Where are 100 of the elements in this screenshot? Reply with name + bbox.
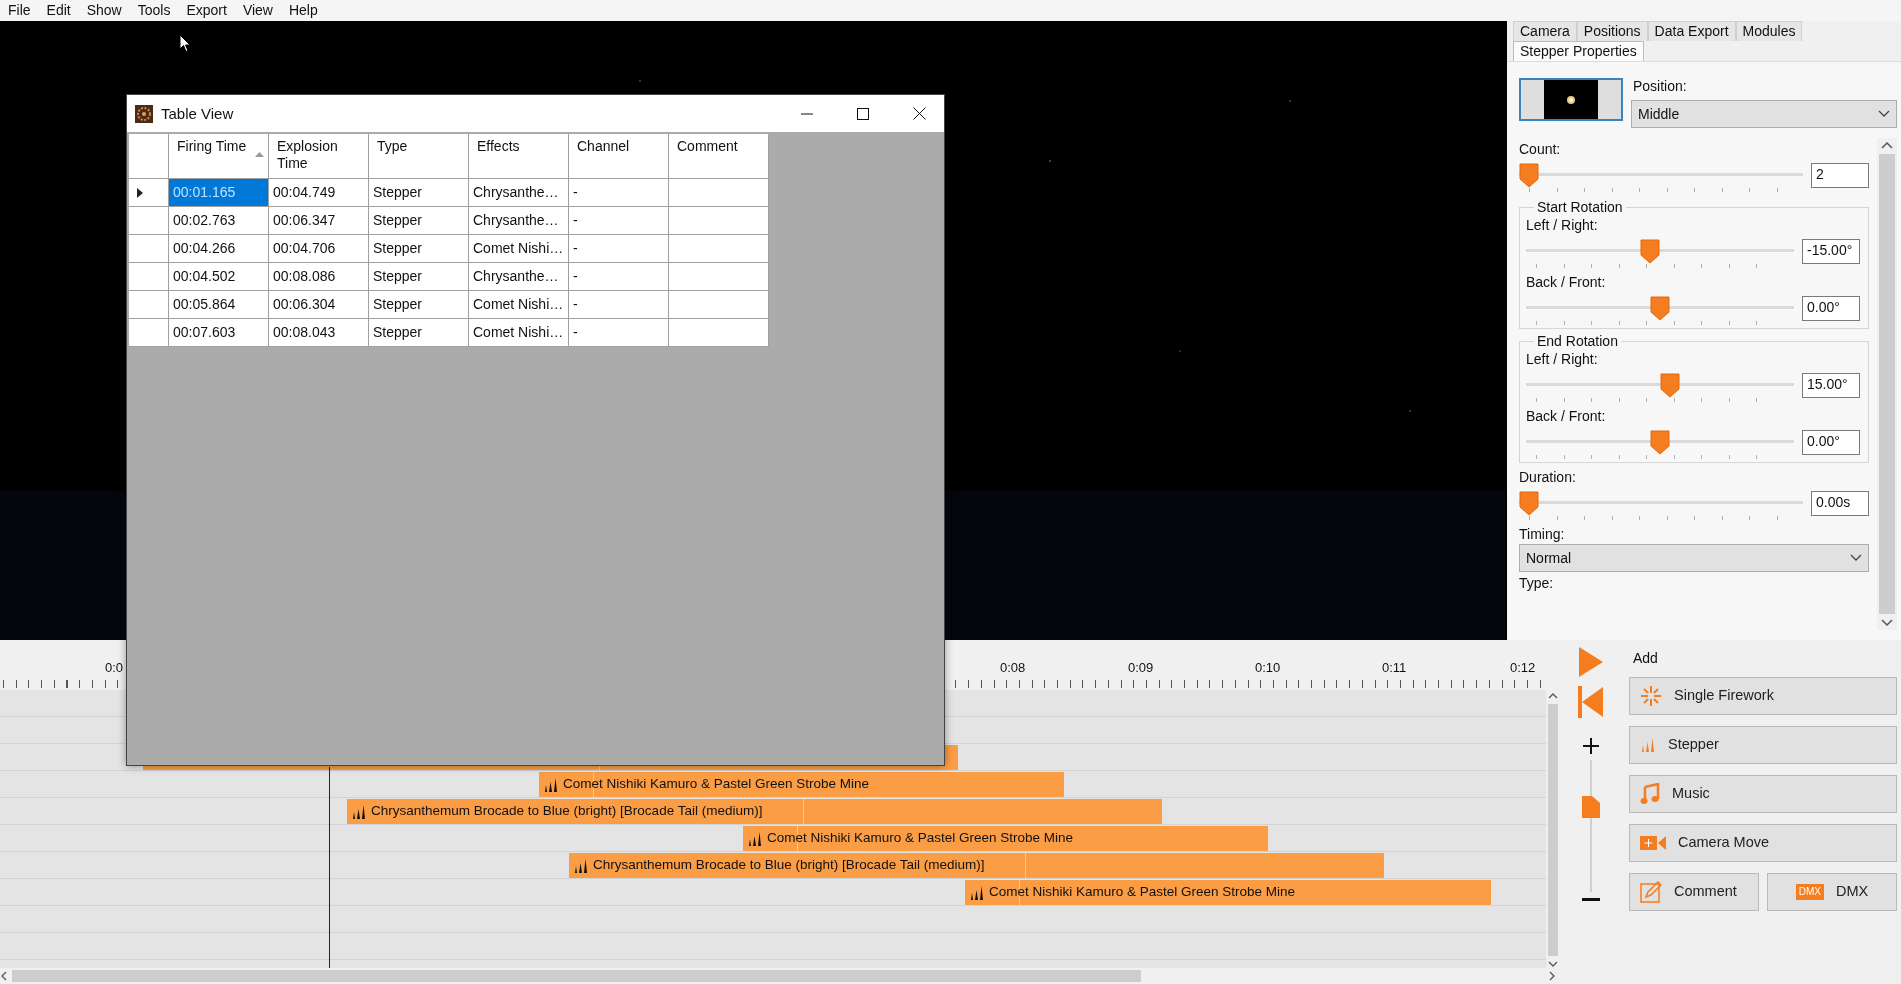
table-corner <box>129 134 169 179</box>
value-field[interactable]: 2 <box>1811 163 1869 188</box>
table-cell[interactable] <box>669 291 769 319</box>
add-button[interactable]: Camera Move <box>1629 823 1897 862</box>
table-cell[interactable] <box>669 319 769 347</box>
scrollbar[interactable] <box>1877 138 1897 630</box>
table-cell[interactable]: Stepper <box>369 319 469 347</box>
slider-thumb[interactable] <box>1519 163 1539 188</box>
scroll-up-icon[interactable] <box>1548 692 1558 700</box>
slider-thumb[interactable] <box>1650 430 1670 455</box>
field-label: Count: <box>1519 141 1562 159</box>
table-cell[interactable]: - <box>569 207 669 235</box>
close-icon[interactable] <box>913 107 926 120</box>
maximize-icon[interactable] <box>857 107 869 120</box>
tab[interactable]: Modules <box>1735 21 1803 41</box>
app-icon <box>135 104 153 123</box>
table-cell[interactable]: 00:08.086 <box>269 263 369 291</box>
table-cell[interactable] <box>669 263 769 291</box>
menu-item[interactable]: Help <box>280 0 326 21</box>
table-cell[interactable]: 00:04.706 <box>269 235 369 263</box>
column-header[interactable]: Effects <box>469 134 569 179</box>
tab[interactable]: Stepper Properties <box>1513 41 1644 61</box>
table-cell[interactable]: Chrysanthe… <box>469 263 569 291</box>
menu-item[interactable]: Tools <box>129 0 179 21</box>
effect-bar[interactable]: Comet Nishiki Kamuro & Pastel Green Strobe Mine <box>539 772 1064 797</box>
menu-item[interactable]: Export <box>178 0 235 21</box>
table-cell[interactable] <box>669 235 769 263</box>
table-cell[interactable]: Comet Nishi… <box>469 235 569 263</box>
effect-label: Comet Nishiki Kamuro & Pastel Green Strobe Mine <box>563 776 870 793</box>
table-cell[interactable]: 00:06.304 <box>269 291 369 319</box>
value-field[interactable]: 0.00s <box>1811 491 1869 516</box>
value-field[interactable]: 0.00° <box>1802 296 1860 321</box>
scroll-down-icon[interactable] <box>1548 960 1558 968</box>
menu-item[interactable]: File <box>0 0 39 21</box>
value-field[interactable]: -15.00° <box>1802 239 1860 264</box>
add-button[interactable]: Music <box>1629 774 1897 813</box>
table-cell[interactable]: 00:08.043 <box>269 319 369 347</box>
column-header[interactable]: Explosion Time <box>269 134 369 179</box>
table-cell[interactable] <box>669 179 769 207</box>
table-cell[interactable]: Chrysanthe… <box>469 207 569 235</box>
position-preview-button[interactable] <box>1519 78 1623 121</box>
menu-item[interactable]: Edit <box>38 0 79 21</box>
table-cell[interactable]: 00:02.763 <box>169 207 269 235</box>
tab[interactable]: Data Export <box>1647 21 1736 41</box>
table-cell[interactable]: Stepper <box>369 291 469 319</box>
table-cell[interactable]: Comet Nishi… <box>469 319 569 347</box>
scroll-thumb[interactable] <box>12 970 1141 982</box>
slider-thumb[interactable] <box>1640 239 1661 264</box>
effect-bar[interactable]: Comet Nishiki Kamuro & Pastel Green Strobe Mine <box>965 880 1491 905</box>
value-field[interactable]: 15.00° <box>1802 373 1860 398</box>
table-cell[interactable]: - <box>569 263 669 291</box>
minimize-icon[interactable] <box>801 112 813 115</box>
table-cell[interactable]: 00:04.749 <box>269 179 369 207</box>
table-cell[interactable]: - <box>569 291 669 319</box>
column-header[interactable]: Type <box>369 134 469 179</box>
add-button[interactable]: DMX DMX <box>1767 872 1897 911</box>
table-cell[interactable]: Stepper <box>369 235 469 263</box>
panel-title: Add <box>1632 650 1659 667</box>
minus-icon[interactable] <box>1582 898 1600 902</box>
menu-item[interactable]: View <box>234 0 281 21</box>
menu-item[interactable]: Show <box>78 0 130 21</box>
slider-thumb[interactable] <box>1581 794 1601 819</box>
table-cell[interactable]: - <box>569 235 669 263</box>
add-button[interactable]: Single Firework <box>1629 676 1897 715</box>
scroll-left-icon[interactable] <box>0 971 8 981</box>
scroll-right-icon[interactable] <box>1548 971 1556 981</box>
slider-thumb[interactable] <box>1650 296 1670 321</box>
tab[interactable]: Camera <box>1513 21 1577 41</box>
column-header[interactable]: Comment <box>669 134 769 179</box>
table-cell[interactable]: 00:05.864 <box>169 291 269 319</box>
dropdown[interactable]: Normal <box>1519 544 1869 572</box>
position-dropdown[interactable]: Middle <box>1631 100 1897 128</box>
table-cell[interactable]: Stepper <box>369 207 469 235</box>
play-icon[interactable] <box>1578 646 1604 678</box>
add-button[interactable]: Stepper <box>1629 725 1897 764</box>
value-field[interactable]: 0.00° <box>1802 430 1860 455</box>
table-cell[interactable]: - <box>569 179 669 207</box>
scroll-thumb[interactable] <box>1548 704 1558 956</box>
skip-back-icon[interactable] <box>1578 686 1604 718</box>
table-cell[interactable]: - <box>569 319 669 347</box>
scroll-thumb[interactable] <box>1879 154 1895 614</box>
table-cell[interactable] <box>669 207 769 235</box>
effect-bar[interactable]: Chrysanthemum Brocade to Blue (bright) [Brocade Tail (medium)] <box>347 799 1162 824</box>
effect-bar[interactable]: Chrysanthemum Brocade to Blue (bright) [Brocade Tail (medium)] <box>569 853 1384 878</box>
table-cell[interactable]: Chrysanthe… <box>469 179 569 207</box>
table-cell[interactable]: 00:06.347 <box>269 207 369 235</box>
table-cell[interactable]: 00:04.502 <box>169 263 269 291</box>
tab[interactable]: Positions <box>1576 21 1648 41</box>
column-header[interactable]: Channel <box>569 134 669 179</box>
table-cell[interactable]: 00:04.266 <box>169 235 269 263</box>
table-cell[interactable]: Stepper <box>369 263 469 291</box>
effect-bar[interactable]: Comet Nishiki Kamuro & Pastel Green Strobe Mine <box>743 826 1268 851</box>
plus-icon[interactable] <box>1583 738 1599 754</box>
slider-thumb[interactable] <box>1519 491 1539 516</box>
table-cell[interactable]: Stepper <box>369 179 469 207</box>
table-cell[interactable]: 00:07.603 <box>169 319 269 347</box>
add-button[interactable]: Comment <box>1629 872 1759 911</box>
slider-thumb[interactable] <box>1659 373 1680 398</box>
table-cell[interactable]: Comet Nishi… <box>469 291 569 319</box>
cursor-icon <box>179 34 191 53</box>
